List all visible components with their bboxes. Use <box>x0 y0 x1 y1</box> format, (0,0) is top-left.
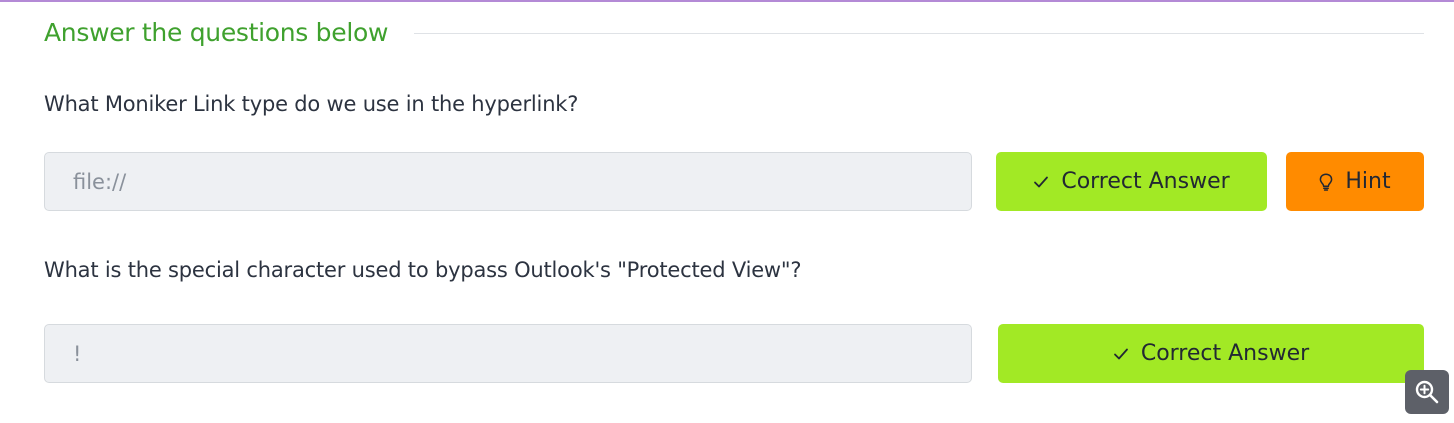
section-divider <box>414 32 1424 34</box>
question-2-correct-answer-button[interactable]: Correct Answer <box>998 324 1424 383</box>
hint-label: Hint <box>1345 169 1391 194</box>
correct-answer-label: Correct Answer <box>1061 169 1230 194</box>
question-2-text: What is the special character used to by… <box>44 258 802 282</box>
section-title: Answer the questions below <box>44 17 389 47</box>
question-1-text: What Moniker Link type do we use in the … <box>44 92 579 116</box>
correct-answer-label: Correct Answer <box>1140 341 1310 366</box>
check-icon <box>1033 174 1049 190</box>
question-2-answer-input[interactable] <box>44 324 972 383</box>
lightbulb-icon <box>1319 172 1333 191</box>
question-1-hint-button[interactable]: Hint <box>1286 152 1424 211</box>
zoom-in-button[interactable] <box>1405 370 1449 414</box>
section-header: Answer the questions below <box>44 12 1424 52</box>
check-icon <box>1113 346 1129 362</box>
question-1-answer-input[interactable] <box>44 152 972 211</box>
top-border <box>0 0 1454 2</box>
question-1-correct-answer-button[interactable]: Correct Answer <box>996 152 1267 211</box>
zoom-in-icon <box>1414 379 1440 405</box>
